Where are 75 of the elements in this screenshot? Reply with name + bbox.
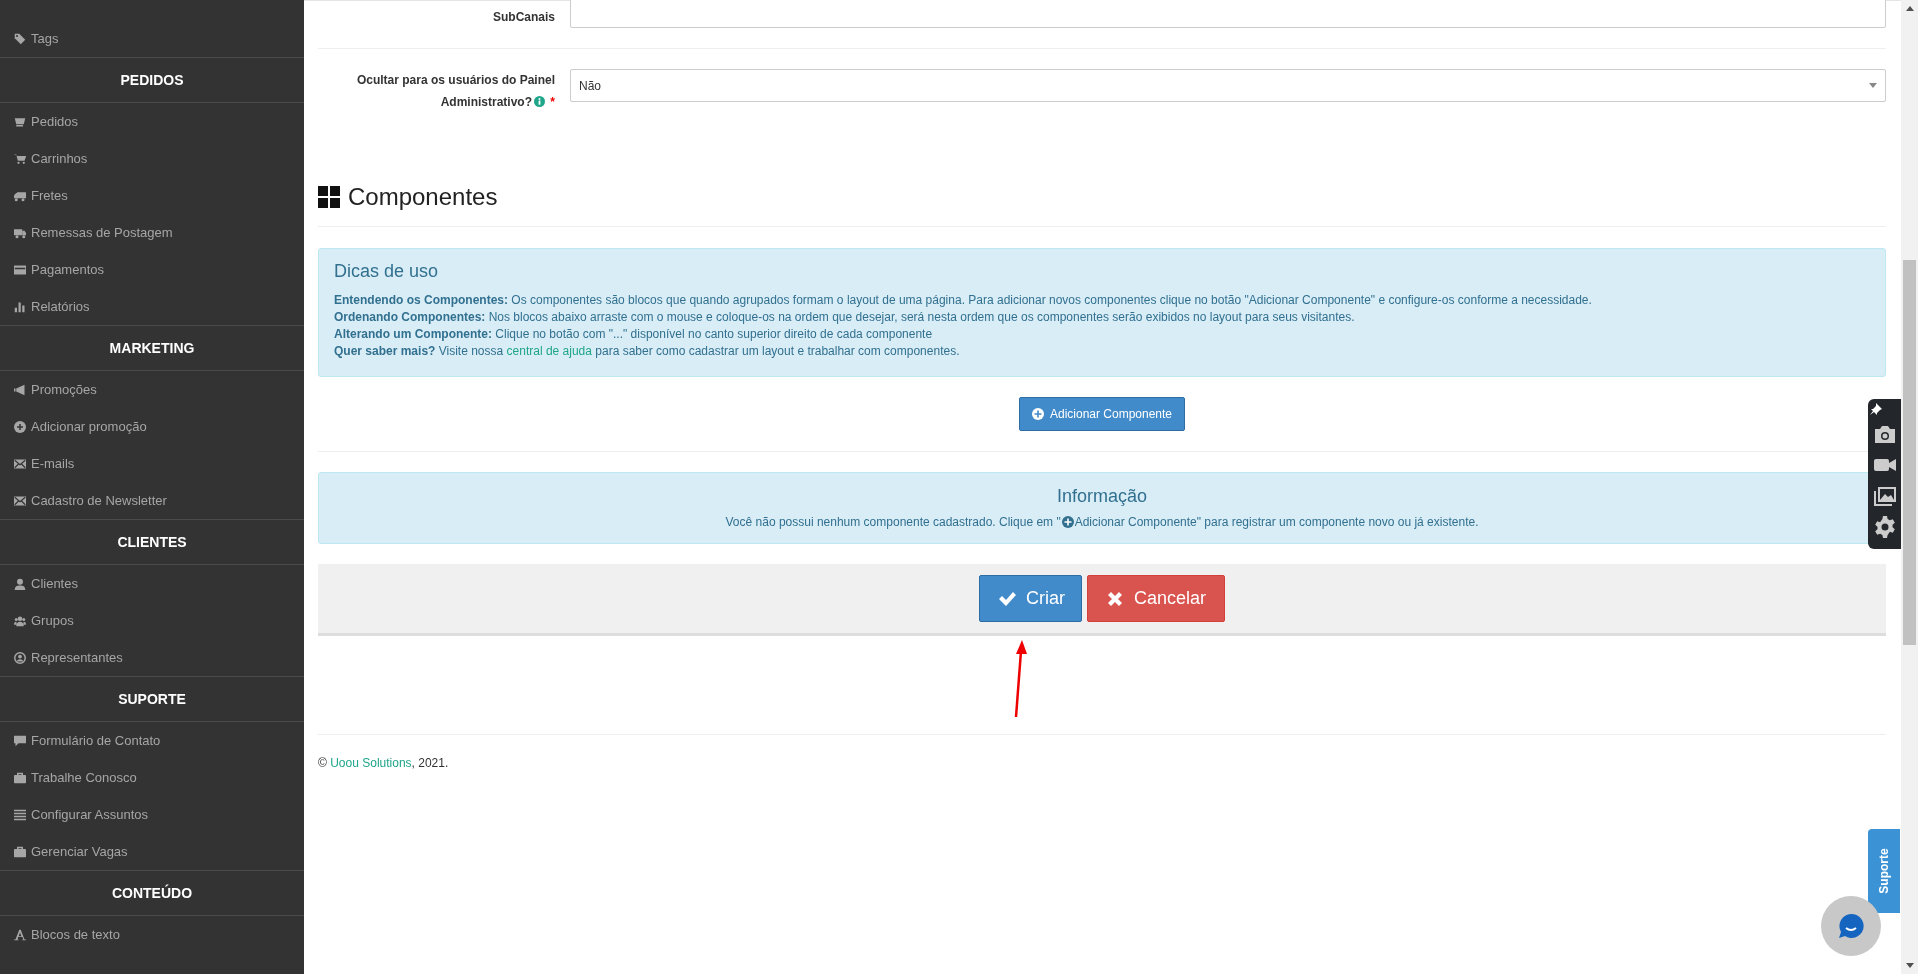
list-icon [14, 808, 26, 821]
support-tab[interactable]: Suporte [1868, 829, 1900, 913]
sidebar-item[interactable]: Pedidos [0, 103, 304, 140]
tips-title: Dicas de uso [334, 261, 440, 282]
sidebar-item[interactable]: Pagamentos [0, 251, 304, 288]
truck-icon [14, 189, 26, 202]
sidebar-item[interactable]: Representantes [0, 639, 304, 676]
sidebar-item[interactable]: Carrinhos [0, 140, 304, 177]
copyright-text: © Uoou Solutions, 2021. [318, 756, 450, 770]
info-message: Você não possui nenhum componente cadastrado. Clique em " [725, 515, 1061, 529]
tip-text: Quer saber mais? Visite nossa central de ajuda para saber como cadastrar um layout e trabalhar com componentes. [334, 343, 961, 360]
tag-icon [14, 32, 26, 45]
info-message: Adicionar Componente" para registrar um componente novo ou já existente. [1074, 515, 1479, 529]
sidebar-item[interactable]: Relatórios [0, 288, 304, 325]
sidebar-item[interactable]: Cadastro de Newsletter [0, 482, 304, 519]
plus-circle-icon [14, 420, 26, 433]
company-link[interactable]: Uoou Solutions [330, 756, 412, 770]
tip-text: Ordenando Componentes: Nos blocos abaixo arraste com o mouse e coloque-os na ordem que desejar, será nesta ordem que os componentes serão exibidos no layout para seus visitantes. [334, 309, 1356, 326]
sidebar-item[interactable]: Tags [0, 20, 304, 57]
plus-circle-icon [1061, 516, 1074, 528]
sidebar-heading: MARKETING [109, 340, 195, 356]
speech-bubble-icon [14, 734, 26, 747]
sidebar-item[interactable]: Remessas de Postagem [0, 214, 304, 251]
settings-icon[interactable] [1872, 515, 1897, 539]
sidebar-item[interactable]: Fretes [0, 177, 304, 214]
bar-chart-icon [14, 300, 26, 313]
sidebar-item[interactable]: Trabalhe Conosco [0, 759, 304, 796]
caret-icon [1869, 83, 1877, 88]
users-icon [14, 614, 26, 627]
megaphone-icon [14, 383, 26, 396]
tip-text: Alterando um Componente: Clique no botão com "..." disponível no canto superior direito de cada componente [334, 326, 934, 343]
section-heading: Componentes [348, 183, 498, 211]
sidebar-heading: CONTEÚDO [111, 885, 193, 901]
user-circle-icon [14, 651, 26, 664]
font-icon [14, 928, 26, 941]
input-field[interactable] [570, 0, 1886, 28]
scroll-up-icon [1905, 6, 1914, 11]
sidebar-item[interactable]: Configurar Assuntos [0, 796, 304, 833]
tip-text: Entendendo os Componentes: Os componentes são blocos que quando agrupados formam o layout de uma página. Para adicionar novos componentes clique no botão "Adicionar Componente" e configure-os conforme a necessidade. [334, 292, 1593, 309]
sidebar-item[interactable]: Grupos [0, 602, 304, 639]
field-label: SubCanais [493, 9, 555, 26]
sidebar-heading: PEDIDOS [120, 72, 184, 88]
field-label: Ocultar para os usuários do Painel Administrativo? * [355, 72, 555, 111]
credit-card-icon [14, 263, 26, 276]
required-mark: * [550, 95, 555, 109]
sidebar-item[interactable]: Gerenciar Vagas [0, 833, 304, 870]
sidebar-item[interactable]: Clientes [0, 565, 304, 602]
briefcase-icon [14, 771, 26, 784]
sidebar-item[interactable]: Formulário de Contato [0, 722, 304, 759]
scrollbar[interactable] [1901, 0, 1918, 974]
envelope-icon [14, 494, 26, 507]
sidebar-item[interactable]: E-mails [0, 445, 304, 482]
user-icon [14, 577, 26, 590]
chat-button[interactable] [1821, 896, 1881, 956]
sidebar-heading: CLIENTES [117, 534, 187, 550]
pin-icon[interactable] [1870, 403, 1882, 415]
check-icon [997, 589, 1016, 608]
select-field[interactable]: Não [570, 69, 1886, 102]
briefcase-icon [14, 845, 26, 858]
add-component-button[interactable]: Adicionar Componente [1018, 397, 1186, 431]
sidebar-heading: SUPORTE [118, 691, 186, 707]
sidebar-item[interactable]: Promoções [0, 371, 304, 408]
scroll-down-icon [1905, 963, 1914, 968]
sidebar-item[interactable]: Adicionar promoção [0, 408, 304, 445]
image-gallery-icon[interactable] [1872, 484, 1897, 508]
truck-icon [14, 226, 26, 239]
submit-button[interactable]: Criar [978, 575, 1082, 622]
envelope-icon [14, 457, 26, 470]
chat-bubble-icon [1837, 912, 1865, 940]
grid-icon [318, 186, 340, 208]
sidebar-item[interactable]: Blocos de texto [0, 916, 304, 953]
scrollbar-thumb[interactable] [1903, 260, 1916, 645]
cancel-button[interactable]: Cancelar [1086, 575, 1225, 622]
info-title: Informação [1055, 486, 1148, 507]
plus-circle-icon [1031, 408, 1044, 420]
